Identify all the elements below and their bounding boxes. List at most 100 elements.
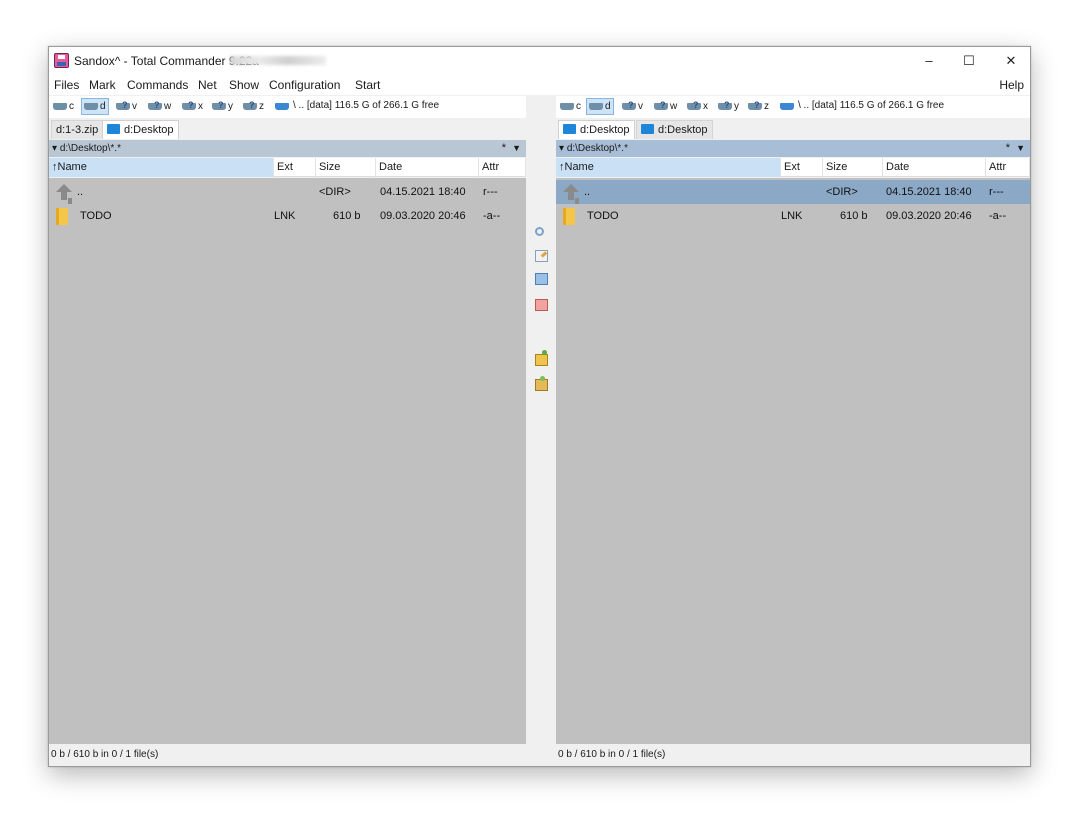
network-drive-icon <box>748 97 762 114</box>
network-drive-icon <box>718 97 732 114</box>
menu-commands[interactable]: Commands <box>127 78 188 92</box>
menu-configuration[interactable]: Configuration <box>269 78 340 92</box>
right-column-headers: ↑Name Ext Size Date Attr <box>556 158 1030 177</box>
network-icon <box>275 102 289 110</box>
right-drive-z[interactable]: z <box>746 97 771 115</box>
right-drive-c[interactable]: c <box>558 98 583 115</box>
menu-mark[interactable]: Mark <box>89 78 116 92</box>
right-col-size[interactable]: Size <box>823 158 883 177</box>
folder-icon <box>563 124 576 134</box>
file-ext: LNK <box>274 210 296 222</box>
blurred-title-suffix <box>230 56 326 65</box>
network-drive-icon <box>212 97 226 114</box>
right-hotlist-dropdown-icon[interactable]: ▼ <box>1016 140 1025 157</box>
left-drive-bar: c d v w x y z \ .. [data] 116.5 G of 266… <box>49 96 526 118</box>
left-drive-c[interactable]: c <box>51 98 76 115</box>
right-col-attr[interactable]: Attr <box>986 158 1030 177</box>
new-folder-icon[interactable] <box>535 376 548 391</box>
menu-show[interactable]: Show <box>229 78 259 92</box>
file-row-todo[interactable]: TODO LNK 610 b 09.03.2020 20:46 -a-- <box>556 204 1030 228</box>
left-drive-z[interactable]: z <box>241 97 266 115</box>
total-commander-window: Sandox^ - Total Commander 9.22a – ☐ ✕ Fi… <box>48 46 1031 767</box>
file-size: 610 b <box>333 210 361 222</box>
right-status-bar: 0 b / 610 b in 0 / 1 file(s) <box>556 745 1030 764</box>
file-date: 04.15.2021 18:40 <box>886 186 972 198</box>
move-icon[interactable] <box>535 299 548 311</box>
left-tab-bar: d:1-3.zip d:Desktop <box>49 119 526 139</box>
left-drive-y[interactable]: y <box>210 97 235 115</box>
network-drive-icon <box>622 97 636 114</box>
close-button[interactable]: ✕ <box>991 47 1030 75</box>
right-col-ext[interactable]: Ext <box>781 158 823 177</box>
left-tab-zip[interactable]: d:1-3.zip <box>51 120 104 139</box>
left-file-list[interactable]: .. <DIR> 04.15.2021 18:40 r--- TODO LNK … <box>49 178 526 744</box>
right-drive-bar: c d v w x y z \ .. [data] 116.5 G of 266… <box>556 96 1030 118</box>
edit-icon[interactable] <box>535 250 548 262</box>
pack-icon[interactable] <box>535 350 548 366</box>
right-file-list[interactable]: .. <DIR> 04.15.2021 18:40 r--- TODO LNK … <box>556 178 1030 744</box>
dropdown-arrow-icon[interactable]: ▾ <box>559 143 567 154</box>
right-path-bar[interactable]: ▾ d:\Desktop\*.* * ▼ <box>556 140 1030 157</box>
file-date: 09.03.2020 20:46 <box>886 210 972 222</box>
file-row-parent-dir[interactable]: .. <DIR> 04.15.2021 18:40 r--- <box>556 180 1030 204</box>
left-hotlist-dropdown-icon[interactable]: ▼ <box>512 140 521 157</box>
file-date: 09.03.2020 20:46 <box>380 210 466 222</box>
network-drive-icon <box>148 97 162 114</box>
parent-directory-icon <box>55 183 73 201</box>
right-col-date[interactable]: Date <box>883 158 986 177</box>
menu-files[interactable]: Files <box>54 78 79 92</box>
left-col-name[interactable]: ↑Name <box>49 158 274 177</box>
left-drive-w[interactable]: w <box>146 97 173 115</box>
file-date: 04.15.2021 18:40 <box>380 186 466 198</box>
local-drive-icon <box>84 102 98 110</box>
menu-start[interactable]: Start <box>355 78 380 92</box>
right-drive-y[interactable]: y <box>716 97 741 115</box>
left-drive-d[interactable]: d <box>81 98 109 115</box>
search-icon[interactable] <box>535 227 544 236</box>
right-history-button[interactable]: * <box>1006 140 1010 157</box>
right-drive-v[interactable]: v <box>620 97 645 115</box>
parent-directory-icon <box>562 183 580 201</box>
right-tab-bar: d:Desktop d:Desktop <box>556 119 1030 139</box>
left-tab-desktop[interactable]: d:Desktop <box>102 120 179 139</box>
right-drive-w[interactable]: w <box>652 97 679 115</box>
maximize-button[interactable]: ☐ <box>949 47 989 75</box>
file-attr: -a-- <box>989 210 1007 222</box>
network-drive-icon <box>243 97 257 114</box>
local-drive-icon <box>560 102 574 110</box>
menu-help[interactable]: Help <box>999 78 1024 92</box>
right-drive-x[interactable]: x <box>685 97 710 115</box>
right-tab-desktop-1[interactable]: d:Desktop <box>558 120 635 139</box>
title-bar[interactable]: Sandox^ - Total Commander 9.22a – ☐ ✕ <box>49 47 1030 75</box>
file-name: TODO <box>80 210 112 222</box>
copy-icon[interactable] <box>535 273 548 285</box>
right-network-neighborhood-button[interactable] <box>778 98 798 115</box>
network-drive-icon <box>116 97 130 114</box>
right-col-name[interactable]: ↑Name <box>556 158 781 177</box>
file-name: .. <box>584 186 591 198</box>
file-size: <DIR> <box>826 186 858 198</box>
left-col-ext[interactable]: Ext <box>274 158 316 177</box>
folder-icon <box>641 124 654 134</box>
file-name: .. <box>77 186 84 198</box>
left-network-neighborhood-button[interactable] <box>273 98 293 115</box>
left-history-button[interactable]: * <box>502 140 506 157</box>
menu-net[interactable]: Net <box>198 78 217 92</box>
left-path-bar[interactable]: ▾ d:\Desktop\*.* * ▼ <box>49 140 526 157</box>
left-drive-x[interactable]: x <box>180 97 205 115</box>
network-drive-icon <box>654 97 668 114</box>
left-col-date[interactable]: Date <box>376 158 479 177</box>
right-drive-d[interactable]: d <box>586 98 614 115</box>
file-row-parent-dir[interactable]: .. <DIR> 04.15.2021 18:40 r--- <box>49 180 526 204</box>
right-tab-desktop-2[interactable]: d:Desktop <box>636 120 713 139</box>
minimize-button[interactable]: – <box>909 47 949 75</box>
network-drive-icon <box>182 97 196 114</box>
left-drive-v[interactable]: v <box>114 97 139 115</box>
file-row-todo[interactable]: TODO LNK 610 b 09.03.2020 20:46 -a-- <box>49 204 526 228</box>
left-column-headers: ↑Name Ext Size Date Attr <box>49 158 526 177</box>
right-drive-free-space: \ .. [data] 116.5 G of 266.1 G free <box>798 100 945 111</box>
left-col-attr[interactable]: Attr <box>479 158 526 177</box>
folder-icon <box>107 124 120 134</box>
left-col-size[interactable]: Size <box>316 158 376 177</box>
dropdown-arrow-icon[interactable]: ▾ <box>52 143 60 154</box>
